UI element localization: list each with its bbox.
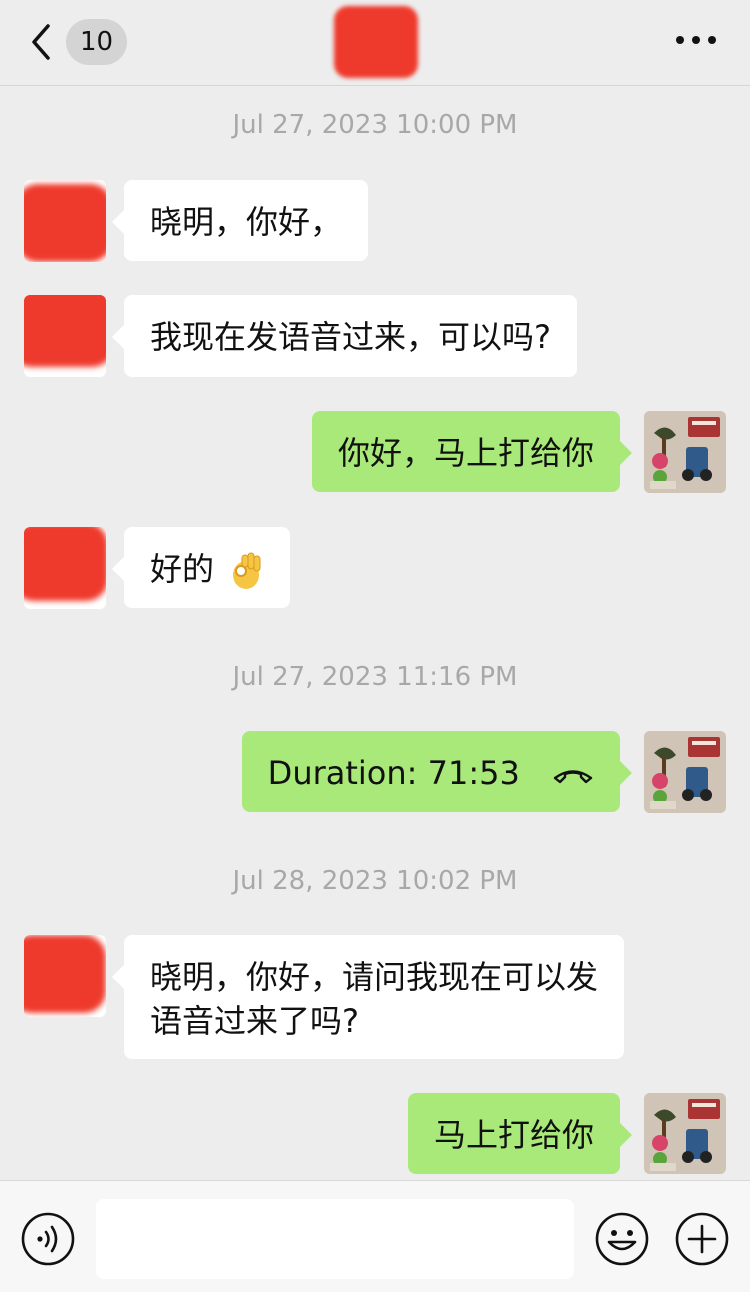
contact-avatar[interactable] (24, 935, 106, 1017)
call-ended-icon (553, 770, 593, 784)
emoji-smile-icon[interactable] (594, 1211, 650, 1267)
message-text-input[interactable] (96, 1199, 574, 1279)
chat-screen: 10 Jul 27, 2023 10:00 PM 晓明，你好， 我现在发语音过来… (0, 0, 750, 1292)
message-bubble-incoming[interactable]: 好的 (112, 527, 291, 608)
voice-input-icon[interactable] (20, 1211, 76, 1267)
message-text: 马上打给你 (433, 1116, 594, 1154)
my-avatar[interactable] (644, 731, 726, 813)
avatar-photo-image (644, 1093, 726, 1174)
contact-avatar[interactable] (24, 180, 106, 262)
message-bubble-incoming[interactable]: 晓明，你好，请问我现在可以发语音过来了吗? (112, 935, 624, 1059)
avatar-photo-image (644, 731, 726, 813)
call-record-bubble[interactable]: Duration: 71:53 (241, 731, 632, 812)
redacted-chat-title (334, 6, 418, 78)
call-duration-text: Duration: 71:53 (267, 754, 520, 792)
avatar-photo-image (644, 411, 726, 493)
contact-avatar[interactable] (24, 527, 106, 609)
message-text: 你好，马上打给你 (337, 434, 594, 472)
unread-count-badge: 10 (66, 19, 128, 65)
message-bubble-outgoing[interactable]: 马上打给你 (407, 1093, 632, 1174)
message-text: 晓明，你好，请问我现在可以发语音过来了吗? (150, 958, 599, 1040)
message-text: 我现在发语音过来，可以吗? (150, 318, 551, 356)
message-bubble-incoming[interactable]: 我现在发语音过来，可以吗? (112, 295, 577, 377)
back-button[interactable]: 10 (22, 18, 128, 66)
message-text: 晓明，你好， (150, 203, 343, 241)
chevron-left-icon (32, 24, 50, 60)
message-text: 好的 (150, 550, 215, 588)
timestamp: Jul 28, 2023 10:02 PM (232, 866, 518, 896)
chat-header: 10 (0, 0, 750, 86)
plus-circle-icon[interactable] (674, 1211, 730, 1267)
more-options-button[interactable] (676, 36, 716, 48)
timestamp: Jul 27, 2023 11:16 PM (232, 662, 518, 692)
message-input-bar (0, 1180, 750, 1292)
my-avatar[interactable] (644, 1093, 726, 1174)
message-bubble-incoming[interactable]: 晓明，你好， (112, 180, 369, 261)
ok-hand-emoji-icon (233, 552, 261, 589)
more-dots-icon (676, 36, 684, 44)
timestamp: Jul 27, 2023 10:00 PM (232, 110, 518, 140)
my-avatar[interactable] (644, 411, 726, 493)
contact-avatar[interactable] (24, 295, 106, 377)
message-bubble-outgoing[interactable]: 你好，马上打给你 (311, 411, 632, 492)
